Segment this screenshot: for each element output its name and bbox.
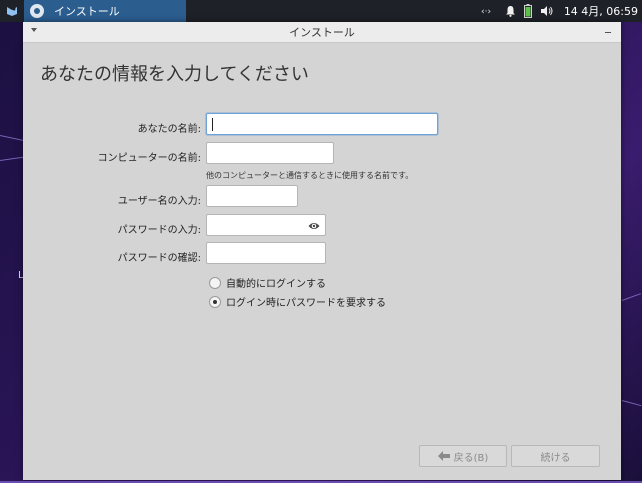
username-label: ユーザー名の入力: (117, 196, 201, 207)
installer-window: インストール あなたの情報を入力してください あなたの名前: コンピューターの名… (23, 22, 621, 480)
notification-bell-icon[interactable] (505, 5, 516, 17)
back-button-label: 戻る(B) (453, 452, 489, 464)
minimize-icon[interactable] (605, 32, 611, 33)
computer-name-label: コンピューターの名前: (97, 153, 201, 164)
password-input[interactable] (206, 214, 326, 236)
installer-app-icon (30, 4, 44, 18)
page-title: あなたの情報を入力してください (40, 64, 309, 85)
desktop-streak (0, 156, 24, 161)
top-panel: インストール ‹·› 14 4月, 06:59 (0, 0, 642, 22)
password-label: パスワードの入力: (117, 225, 201, 236)
desktop-streak (621, 400, 642, 407)
auto-login-label: 自動的にログインする (226, 279, 326, 290)
auto-login-option[interactable]: 自動的にログインする (209, 275, 326, 290)
system-tray: ‹·› 14 4月, 06:59 (481, 0, 638, 22)
confirm-password-input[interactable] (206, 242, 326, 264)
network-icon[interactable]: ‹·› (481, 5, 497, 17)
taskbar-item-installer[interactable]: インストール (24, 0, 186, 22)
username-input[interactable] (206, 185, 298, 207)
app-menu-button[interactable] (3, 2, 21, 20)
confirm-password-label: パスワードの確認: (117, 253, 201, 264)
require-password-option[interactable]: ログイン時にパスワードを要求する (209, 294, 386, 309)
window-titlebar[interactable]: インストール (23, 22, 621, 43)
taskbar-item-label: インストール (54, 5, 120, 18)
name-label: あなたの名前: (137, 124, 201, 135)
name-input[interactable] (206, 113, 438, 135)
desktop-streak (0, 135, 26, 142)
window-title: インストール (289, 26, 355, 39)
clock[interactable]: 14 4月, 06:59 (564, 3, 638, 19)
desktop-streak (621, 293, 641, 301)
volume-icon[interactable] (540, 5, 554, 17)
computer-name-hint: 他のコンピューターと通信するときに使用する名前です。 (206, 171, 414, 180)
arrow-left-icon (437, 451, 450, 461)
require-password-radio[interactable] (209, 295, 221, 308)
require-password-label: ログイン時にパスワードを要求する (226, 298, 386, 309)
text-caret (212, 118, 213, 131)
continue-button-label: 続ける (540, 452, 571, 464)
app-menu-icon (7, 7, 17, 16)
back-button[interactable]: 戻る(B) (419, 445, 507, 467)
battery-icon[interactable] (523, 4, 532, 18)
computer-name-input[interactable] (206, 142, 334, 164)
svg-text:‹·›: ‹·› (481, 7, 491, 17)
window-menu-icon[interactable] (31, 28, 37, 32)
auto-login-radio[interactable] (209, 276, 221, 289)
show-password-eye-icon[interactable] (308, 220, 320, 232)
continue-button[interactable]: 続ける (511, 445, 600, 467)
